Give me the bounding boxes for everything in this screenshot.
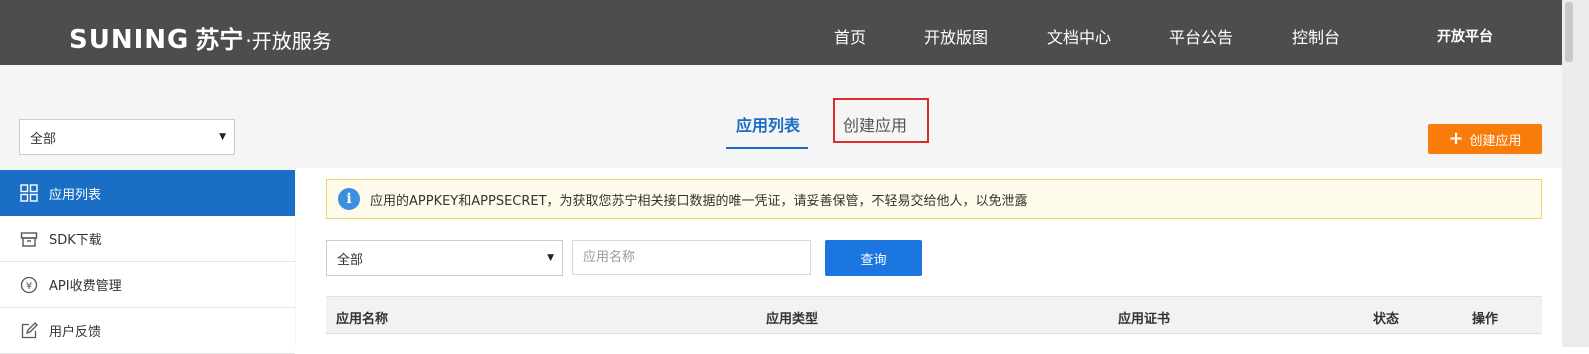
nav-open-map[interactable]: 开放版图 [924,24,988,48]
sidebar-item-label: 应用列表 [49,187,102,203]
sidebar-item-label: SDK下载 [49,233,102,248]
column-header-app-name: 应用名称 [336,312,389,327]
plus-icon: + [1448,128,1464,149]
dropdown-arrow-icon: ▼ [219,132,226,142]
sidebar-item-label: 用户反馈 [49,325,102,340]
sidebar-item-api-billing[interactable]: ¥ API收费管理 [0,262,295,308]
yen-icon: ¥ [19,275,39,295]
table-header: 应用名称 应用类型 应用证书 状态 操作 [326,296,1542,334]
tab-create-app[interactable]: 创建应用 [843,112,907,136]
nav-docs[interactable]: 文档中心 [1047,24,1111,48]
sidebar-item-label: API收费管理 [49,279,122,294]
info-icon: i [338,188,360,210]
tab-active-underline [726,147,808,149]
edit-icon [19,321,39,341]
create-app-button-label: 创建应用 [1469,133,1522,149]
notice-banner: i 应用的APPKEY和APPSECRET，为获取您苏宁相关接口数据的唯一凭证，… [326,179,1542,219]
logo-brand: SUNING [69,25,190,55]
logo-brand-cn: 苏宁 [195,26,244,54]
tab-app-list[interactable]: 应用列表 [736,112,800,136]
query-button[interactable]: 查询 [825,240,922,276]
sidebar-filter-value: 全部 [30,131,57,147]
sidebar-item-feedback[interactable]: 用户反馈 [0,308,295,354]
grid-icon [19,183,39,203]
app-type-select[interactable]: 全部 ▼ [326,240,563,276]
create-app-button[interactable]: + 创建应用 [1428,124,1542,154]
nav-console[interactable]: 控制台 [1292,24,1340,48]
dropdown-arrow-icon: ▼ [547,253,554,263]
notice-text: 应用的APPKEY和APPSECRET，为获取您苏宁相关接口数据的唯一凭证，请妥… [370,193,1028,209]
nav-open-platform[interactable]: 开放平台 [1437,26,1493,46]
column-header-status: 状态 [1373,312,1400,327]
app-name-input[interactable] [572,240,811,275]
nav-home[interactable]: 首页 [834,24,866,48]
column-header-app-type: 应用类型 [766,312,819,327]
app-type-value: 全部 [337,252,364,268]
sidebar-item-sdk-download[interactable]: SDK下载 [0,216,295,262]
svg-text:¥: ¥ [26,281,32,292]
package-icon [19,229,39,249]
scrollbar-thumb[interactable] [1565,2,1573,62]
sidebar-item-app-list[interactable]: 应用列表 [0,170,295,216]
logo[interactable]: SUNING 苏宁 ·开放服务 [69,20,332,55]
sidebar-filter-select[interactable]: 全部 ▼ [19,119,235,155]
logo-subtitle: ·开放服务 [245,29,332,53]
query-button-label: 查询 [860,252,887,268]
column-header-actions: 操作 [1472,312,1499,327]
column-header-app-cert: 应用证书 [1118,312,1171,327]
nav-announcements[interactable]: 平台公告 [1169,24,1233,48]
